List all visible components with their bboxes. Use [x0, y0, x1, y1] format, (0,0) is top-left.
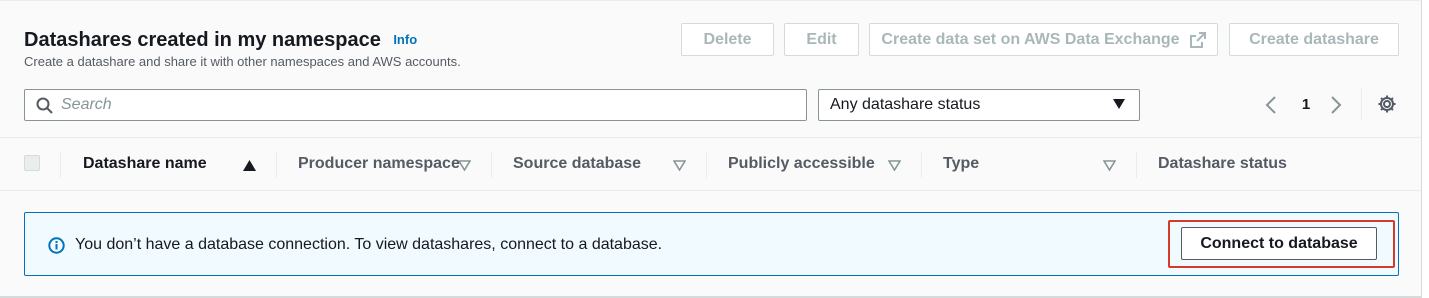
column-header-type[interactable]: Type: [943, 155, 979, 173]
current-page-number[interactable]: 1: [1296, 96, 1316, 113]
column-header-datashare-name[interactable]: Datashare name: [83, 155, 207, 173]
edit-button[interactable]: Edit: [784, 23, 859, 56]
chevron-right-icon[interactable]: [1330, 95, 1342, 120]
pagination-divider: [1361, 87, 1362, 121]
column-header-source-database[interactable]: Source database: [513, 155, 641, 173]
alert-message: You don’t have a database connection. To…: [75, 236, 663, 253]
table-header-row: Datashare name Producer namespace Source…: [0, 137, 1421, 191]
column-divider: [60, 152, 61, 178]
column-divider: [276, 152, 277, 178]
sort-caret-icon[interactable]: [887, 158, 902, 176]
gear-icon[interactable]: [1377, 94, 1397, 119]
search-icon: [36, 97, 53, 114]
datashares-panel: Datashares created in my namespace Info …: [0, 0, 1422, 298]
column-header-publicly-accessible[interactable]: Publicly accessible: [728, 155, 875, 173]
column-divider: [921, 152, 922, 178]
panel-description: Create a datashare and share it with oth…: [24, 54, 461, 69]
create-datashare-button[interactable]: Create datashare: [1229, 23, 1399, 56]
external-link-icon: [1189, 31, 1206, 48]
create-data-exchange-label: Create data set on AWS Data Exchange: [881, 30, 1180, 48]
column-divider: [1136, 152, 1137, 178]
column-header-datashare-status[interactable]: Datashare status: [1158, 155, 1287, 173]
status-filter-select[interactable]: Any datashare status: [818, 89, 1140, 121]
create-data-exchange-button[interactable]: Create data set on AWS Data Exchange: [869, 23, 1218, 56]
search-input[interactable]: [61, 96, 761, 114]
sort-caret-icon[interactable]: [1102, 158, 1117, 176]
info-link[interactable]: Info: [393, 32, 417, 47]
status-filter-value: Any datashare status: [830, 96, 981, 113]
column-header-producer-namespace[interactable]: Producer namespace: [298, 155, 460, 173]
sort-caret-icon[interactable]: [457, 158, 472, 176]
caret-down-icon: [1113, 96, 1125, 114]
column-divider: [491, 152, 492, 178]
chevron-left-icon[interactable]: [1265, 95, 1277, 120]
sort-caret-icon[interactable]: [672, 158, 687, 176]
page-title: Datashares created in my namespace: [24, 29, 381, 51]
column-divider: [706, 152, 707, 178]
connect-to-database-button[interactable]: Connect to database: [1181, 227, 1377, 260]
delete-button[interactable]: Delete: [681, 23, 774, 56]
no-connection-alert: You don’t have a database connection. To…: [24, 212, 1399, 276]
sort-ascending-icon[interactable]: [243, 158, 256, 176]
select-all-checkbox[interactable]: [24, 155, 40, 171]
search-field[interactable]: [24, 89, 807, 121]
info-circle-icon: [48, 237, 65, 259]
panel-header: Datashares created in my namespace Info: [24, 29, 417, 52]
